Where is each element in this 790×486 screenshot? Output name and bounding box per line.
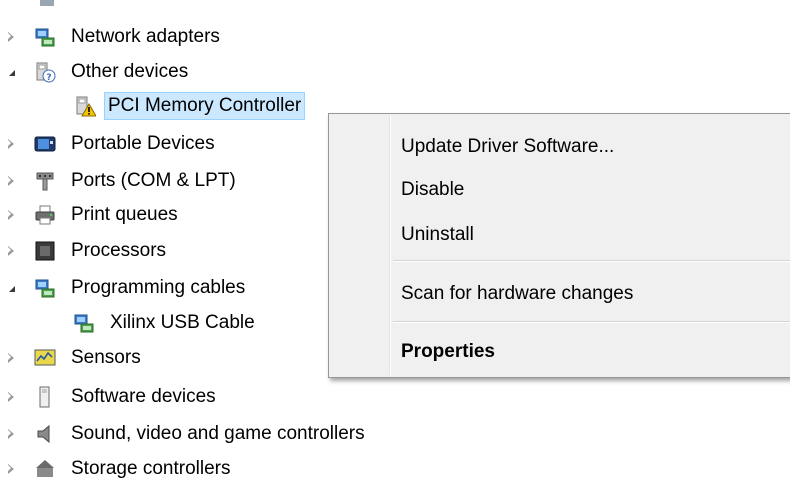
tree-item-xilinx-usb-cable[interactable]: Xilinx USB Cable [0, 306, 320, 340]
expand-arrow-icon[interactable] [4, 427, 18, 441]
tree-item-label: Ports (COM & LPT) [71, 170, 236, 191]
tree-item-label: Network adapters [71, 26, 220, 47]
port-icon [36, 172, 54, 191]
menu-item-scan-hardware[interactable]: Scan for hardware changes [331, 274, 790, 314]
tree-item-print-queues[interactable]: Print queues [0, 198, 320, 232]
network-adapter-icon [35, 28, 55, 47]
tree-item-portable-devices[interactable]: Portable Devices [0, 127, 330, 161]
tree-item-label: Software devices [71, 386, 216, 407]
context-menu: Update Driver Software... Disable Uninst… [328, 113, 790, 378]
tree-item-label: Portable Devices [71, 133, 215, 154]
tree-item-sound-video-game[interactable]: Sound, video and game controllers [0, 417, 460, 451]
processor-icon [35, 241, 55, 261]
expand-arrow-icon[interactable] [4, 174, 18, 188]
software-device-icon [39, 386, 50, 408]
expand-arrow-icon[interactable] [4, 390, 18, 404]
tree-item-label: Xilinx USB Cable [110, 312, 255, 333]
tree-item-programming-cables[interactable]: Programming cables [0, 271, 320, 305]
menu-item-update-driver[interactable]: Update Driver Software... [331, 127, 790, 167]
tree-item-label: Processors [71, 240, 167, 261]
tree-item-network-adapters[interactable]: Network adapters [0, 20, 300, 54]
expand-arrow-icon[interactable] [4, 462, 18, 476]
tree-item-storage-controllers[interactable]: Storage controllers [0, 452, 320, 486]
tree-item-label: PCI Memory Controller [104, 92, 306, 120]
menu-separator [393, 260, 790, 262]
expand-arrow-icon[interactable] [4, 208, 18, 222]
speaker-icon [37, 424, 50, 444]
tree-item-label: Programming cables [71, 277, 246, 298]
expand-arrow-icon[interactable] [4, 351, 18, 365]
menu-item-disable[interactable]: Disable [331, 170, 790, 210]
tree-item-label: Sensors [71, 347, 141, 368]
menu-separator [393, 321, 790, 323]
tree-item-software-devices[interactable]: Software devices [0, 380, 320, 414]
tree-item-label: Print queues [71, 204, 178, 225]
menu-item-uninstall[interactable]: Uninstall [331, 215, 790, 255]
menu-item-label: Properties [401, 341, 495, 362]
tree-item-ports[interactable]: Ports (COM & LPT) [0, 164, 320, 198]
menu-item-label: Update Driver Software... [401, 136, 615, 157]
expand-arrow-icon[interactable] [4, 137, 18, 151]
expand-arrow-icon[interactable] [4, 30, 18, 44]
partial-device-icon [40, 0, 54, 6]
printer-icon [35, 205, 55, 225]
tree-item-processors[interactable]: Processors [0, 234, 320, 268]
network-adapter-icon [35, 279, 55, 298]
tree-item-label: Other devices [71, 61, 189, 82]
collapse-arrow-icon[interactable] [4, 281, 18, 295]
expand-arrow-icon[interactable] [4, 244, 18, 258]
portable-device-icon [34, 136, 56, 152]
menu-item-label: Scan for hardware changes [401, 283, 634, 304]
menu-item-properties[interactable]: Properties [331, 332, 790, 372]
tree-item-label: Storage controllers [71, 458, 231, 479]
menu-item-label: Uninstall [401, 224, 474, 245]
sensor-icon [34, 349, 56, 366]
menu-item-label: Disable [401, 179, 465, 200]
tree-item-label: Sound, video and game controllers [71, 423, 365, 444]
tree-item-pci-memory-controller[interactable]: PCI Memory Controller [0, 89, 306, 123]
unknown-device-icon: ? [36, 62, 56, 83]
warning-device-icon [76, 96, 96, 117]
tree-item-sensors[interactable]: Sensors [0, 341, 320, 375]
tree-item-other-devices[interactable]: ? Other devices [0, 55, 300, 89]
svg-text:?: ? [46, 73, 51, 83]
network-adapter-icon [74, 314, 94, 333]
collapse-arrow-icon[interactable] [4, 65, 18, 79]
